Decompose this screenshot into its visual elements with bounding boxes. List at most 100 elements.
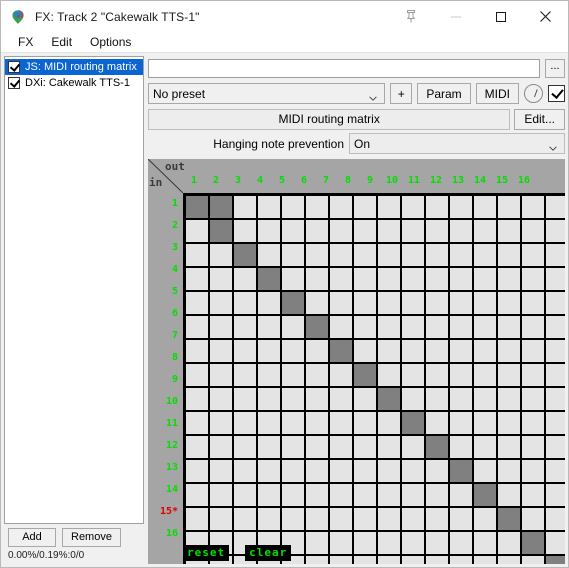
matrix-cell[interactable] (498, 532, 520, 554)
matrix-cell[interactable] (258, 292, 280, 314)
matrix-cell[interactable] (402, 412, 424, 434)
matrix-cell[interactable] (258, 484, 280, 506)
matrix-cell[interactable] (306, 364, 328, 386)
remove-button[interactable]: Remove (62, 528, 121, 547)
matrix-cell[interactable] (234, 292, 256, 314)
matrix-cell[interactable] (234, 508, 256, 530)
edit-button[interactable]: Edit... (514, 108, 565, 130)
matrix-cell[interactable] (186, 292, 208, 314)
matrix-cell[interactable] (210, 388, 232, 410)
matrix-cell[interactable] (522, 316, 544, 338)
matrix-cell[interactable] (282, 460, 304, 482)
param-button[interactable]: Param (417, 83, 471, 104)
matrix-cell[interactable] (210, 436, 232, 458)
matrix-cell[interactable] (402, 556, 424, 564)
matrix-cell[interactable] (450, 460, 472, 482)
matrix-cell[interactable] (330, 388, 352, 410)
matrix-cell[interactable] (474, 508, 496, 530)
matrix-cell[interactable] (498, 196, 520, 218)
matrix-cell[interactable] (330, 412, 352, 434)
matrix-cell[interactable] (306, 292, 328, 314)
matrix-cell[interactable] (354, 556, 376, 564)
matrix-cell[interactable] (186, 340, 208, 362)
matrix-cell[interactable] (402, 460, 424, 482)
matrix-cell[interactable] (426, 220, 448, 242)
matrix-cell[interactable] (474, 220, 496, 242)
matrix-cell[interactable] (330, 556, 352, 564)
matrix-cell[interactable] (498, 244, 520, 266)
matrix-cell[interactable] (426, 484, 448, 506)
matrix-cell[interactable] (258, 340, 280, 362)
matrix-cell[interactable] (210, 292, 232, 314)
matrix-cell[interactable] (306, 412, 328, 434)
matrix-cell[interactable] (306, 484, 328, 506)
matrix-cell[interactable] (522, 460, 544, 482)
matrix-cell[interactable] (330, 316, 352, 338)
matrix-cell[interactable] (402, 196, 424, 218)
matrix-cell[interactable] (498, 292, 520, 314)
matrix-cell[interactable] (402, 388, 424, 410)
matrix-cell[interactable] (522, 412, 544, 434)
matrix-cell[interactable] (426, 388, 448, 410)
matrix-cell[interactable] (522, 220, 544, 242)
matrix-cell[interactable] (306, 508, 328, 530)
matrix-cell[interactable] (522, 340, 544, 362)
matrix-cell[interactable] (402, 292, 424, 314)
matrix-cell[interactable] (306, 460, 328, 482)
matrix-cell[interactable] (354, 364, 376, 386)
fx-enable-checkbox[interactable] (8, 77, 20, 89)
close-icon[interactable] (523, 1, 568, 32)
matrix-cell[interactable] (402, 508, 424, 530)
matrix-cell[interactable] (354, 412, 376, 434)
matrix-cell[interactable] (354, 196, 376, 218)
matrix-cell[interactable] (546, 292, 565, 314)
matrix-cell[interactable] (402, 340, 424, 362)
matrix-cell[interactable] (546, 460, 565, 482)
matrix-cell[interactable] (186, 268, 208, 290)
matrix-cell[interactable] (378, 412, 400, 434)
matrix-cell[interactable] (282, 196, 304, 218)
fx-list-item-dxi-cakewalk-tts-1[interactable]: DXi: Cakewalk TTS-1 (5, 75, 143, 91)
matrix-cell[interactable] (474, 244, 496, 266)
matrix-cell[interactable] (354, 220, 376, 242)
matrix-cell[interactable] (306, 316, 328, 338)
matrix-cell[interactable] (210, 196, 232, 218)
matrix-cell[interactable] (354, 316, 376, 338)
matrix-cell[interactable] (258, 388, 280, 410)
matrix-cell[interactable] (546, 220, 565, 242)
matrix-cell[interactable] (210, 460, 232, 482)
matrix-cell[interactable] (354, 388, 376, 410)
matrix-cell[interactable] (234, 220, 256, 242)
matrix-cell[interactable] (330, 484, 352, 506)
matrix-cell[interactable] (474, 268, 496, 290)
matrix-cell[interactable] (474, 460, 496, 482)
matrix-cell[interactable] (306, 340, 328, 362)
matrix-cell[interactable] (378, 556, 400, 564)
matrix-cell[interactable] (282, 364, 304, 386)
matrix-cell[interactable] (546, 340, 565, 362)
matrix-cell[interactable] (402, 220, 424, 242)
matrix-cell[interactable] (234, 196, 256, 218)
matrix-cell[interactable] (354, 340, 376, 362)
matrix-cell[interactable] (234, 316, 256, 338)
matrix-cell[interactable] (282, 484, 304, 506)
browse-button[interactable]: ... (545, 59, 565, 78)
matrix-cell[interactable] (234, 388, 256, 410)
matrix-cell[interactable] (450, 436, 472, 458)
matrix-cell[interactable] (546, 532, 565, 554)
matrix-cell[interactable] (186, 388, 208, 410)
matrix-cell[interactable] (450, 532, 472, 554)
matrix-cell[interactable] (186, 436, 208, 458)
hanging-note-prevention-dropdown[interactable]: On (349, 133, 565, 154)
fx-list-item-js-midi-routing-matrix[interactable]: JS: MIDI routing matrix (5, 59, 143, 75)
matrix-cell[interactable] (354, 484, 376, 506)
matrix-cell[interactable] (474, 532, 496, 554)
matrix-cell[interactable] (210, 220, 232, 242)
matrix-cell[interactable] (522, 436, 544, 458)
matrix-cell[interactable] (522, 532, 544, 554)
matrix-cell[interactable] (498, 388, 520, 410)
matrix-cell[interactable] (522, 484, 544, 506)
matrix-cell[interactable] (546, 436, 565, 458)
matrix-cell[interactable] (426, 196, 448, 218)
matrix-cell[interactable] (330, 340, 352, 362)
